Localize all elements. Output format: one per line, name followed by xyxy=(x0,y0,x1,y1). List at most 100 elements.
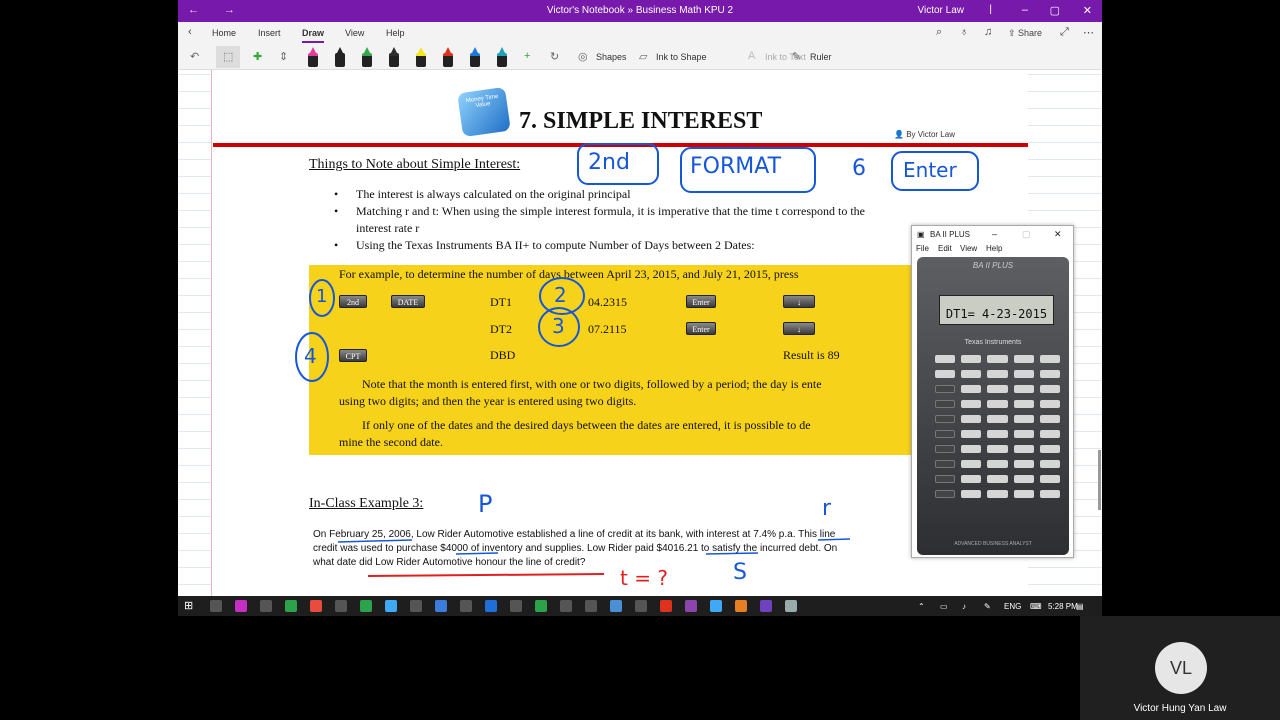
taskbar-app-icon[interactable] xyxy=(410,600,422,612)
maximize-icon[interactable]: ▢ xyxy=(1050,4,1060,17)
pen-tool[interactable] xyxy=(443,47,453,67)
taskbar-app-icon[interactable] xyxy=(485,600,497,612)
calc-menu-help[interactable]: Help xyxy=(986,244,1002,253)
shapes-button[interactable]: Shapes xyxy=(596,52,627,62)
taskbar-app-icon[interactable] xyxy=(635,600,647,612)
calculator-key[interactable] xyxy=(1039,415,1060,423)
eraser-icon[interactable]: ✚ xyxy=(253,50,262,63)
pen-tool[interactable] xyxy=(335,47,345,67)
fullscreen-icon[interactable]: ⤢ xyxy=(1060,26,1069,39)
calculator-key[interactable] xyxy=(1039,400,1060,408)
taskbar-app-icon[interactable] xyxy=(385,600,397,612)
taskbar-app-icon[interactable] xyxy=(710,600,722,612)
calculator-key[interactable] xyxy=(1013,430,1034,438)
taskbar-app-icon[interactable] xyxy=(760,600,772,612)
calculator-key[interactable] xyxy=(935,400,956,408)
taskbar-app-icon[interactable] xyxy=(660,600,672,612)
ink-to-shape-icon[interactable]: ▱ xyxy=(639,50,647,63)
calculator-key[interactable] xyxy=(1013,460,1034,468)
calculator-key[interactable] xyxy=(961,385,982,393)
taskbar-app-icon[interactable] xyxy=(285,600,297,612)
calculator-key[interactable] xyxy=(987,445,1008,453)
calculator-key[interactable] xyxy=(935,460,956,468)
shapes-icon[interactable]: ◎ xyxy=(578,50,588,63)
search-icon[interactable]: ⌕ xyxy=(936,26,942,39)
calculator-key[interactable] xyxy=(935,430,956,438)
calculator-key[interactable] xyxy=(1039,490,1060,498)
calc-menu-file[interactable]: File xyxy=(916,244,929,253)
close-icon[interactable]: ✕ xyxy=(1083,4,1092,17)
taskbar-app-icon[interactable] xyxy=(260,600,272,612)
calculator-key[interactable] xyxy=(1039,445,1060,453)
start-icon[interactable]: ⊞ xyxy=(184,599,193,612)
taskbar-app-icon[interactable] xyxy=(235,600,247,612)
bell-icon[interactable]: ♫ xyxy=(984,26,992,38)
clock[interactable]: 5:28 PM xyxy=(1048,602,1078,611)
calculator-key[interactable] xyxy=(987,400,1008,408)
notifications-icon[interactable]: ▤ xyxy=(1076,602,1084,611)
calculator-key[interactable] xyxy=(961,370,982,378)
tab-help[interactable]: Help xyxy=(386,28,405,38)
calculator-key[interactable] xyxy=(1039,460,1060,468)
taskbar-app-icon[interactable] xyxy=(735,600,747,612)
calculator-key[interactable] xyxy=(935,355,956,363)
vertical-scrollbar[interactable] xyxy=(1098,450,1101,510)
calculator-key[interactable] xyxy=(987,370,1008,378)
calc-close-icon[interactable]: ✕ xyxy=(1054,229,1062,240)
pen-tool[interactable] xyxy=(389,47,399,67)
calculator-key[interactable] xyxy=(935,445,956,453)
taskbar-app-icon[interactable] xyxy=(585,600,597,612)
lightbulb-icon[interactable]: ♁ xyxy=(960,26,968,38)
calculator-key[interactable] xyxy=(961,400,982,408)
calculator-key[interactable] xyxy=(961,415,982,423)
pen-icon[interactable]: ✎ xyxy=(984,602,991,611)
calculator-key[interactable] xyxy=(1039,355,1060,363)
calculator-key[interactable] xyxy=(987,475,1008,483)
calculator-key[interactable] xyxy=(987,415,1008,423)
calculator-key[interactable] xyxy=(987,355,1008,363)
calculator-key[interactable] xyxy=(935,415,956,423)
network-icon[interactable]: ▭ xyxy=(940,602,948,611)
pen-tool[interactable] xyxy=(470,47,480,67)
calculator-key[interactable] xyxy=(1039,430,1060,438)
calculator-key[interactable] xyxy=(987,490,1008,498)
calculator-key[interactable] xyxy=(961,490,982,498)
back-arrow-icon[interactable]: ‹ xyxy=(188,26,192,38)
taskbar-app-icon[interactable] xyxy=(210,600,222,612)
calculator-key[interactable] xyxy=(1013,400,1034,408)
more-icon[interactable]: ⋯ xyxy=(1083,26,1094,39)
calc-menu-edit[interactable]: Edit xyxy=(938,244,952,253)
calculator-key[interactable] xyxy=(1013,445,1034,453)
share-button[interactable]: ⇪ Share xyxy=(1008,28,1042,39)
calculator-key[interactable] xyxy=(935,385,956,393)
tab-draw[interactable]: Draw xyxy=(302,28,324,38)
pen-tool[interactable] xyxy=(416,47,426,67)
keyboard-icon[interactable]: ⌨ xyxy=(1030,602,1042,611)
calculator-key[interactable] xyxy=(987,430,1008,438)
calculator-key[interactable] xyxy=(1013,415,1034,423)
language-indicator[interactable]: ENG xyxy=(1004,602,1021,611)
tab-home[interactable]: Home xyxy=(212,28,236,38)
calculator-key[interactable] xyxy=(935,475,956,483)
calculator-key[interactable] xyxy=(1013,355,1034,363)
ruler-button[interactable]: Ruler xyxy=(810,52,832,62)
taskbar-app-icon[interactable] xyxy=(310,600,322,612)
taskbar-app-icon[interactable] xyxy=(510,600,522,612)
calculator-key[interactable] xyxy=(1039,370,1060,378)
taskbar-app-icon[interactable] xyxy=(460,600,472,612)
taskbar-app-icon[interactable] xyxy=(610,600,622,612)
calculator-key[interactable] xyxy=(961,460,982,468)
undo-icon[interactable]: ↶ xyxy=(190,50,199,63)
taskbar-app-icon[interactable] xyxy=(335,600,347,612)
calc-menu-view[interactable]: View xyxy=(960,244,977,253)
calculator-key[interactable] xyxy=(961,355,982,363)
calculator-key[interactable] xyxy=(1013,490,1034,498)
calculator-key[interactable] xyxy=(1013,475,1034,483)
taskbar-app-icon[interactable] xyxy=(685,600,697,612)
add-pen-icon[interactable]: + xyxy=(524,50,530,62)
pen-tool[interactable] xyxy=(497,47,507,67)
taskbar-app-icon[interactable] xyxy=(435,600,447,612)
calc-minimize-icon[interactable]: – xyxy=(992,229,997,239)
calculator-key[interactable] xyxy=(961,475,982,483)
pen-tool[interactable] xyxy=(362,47,372,67)
